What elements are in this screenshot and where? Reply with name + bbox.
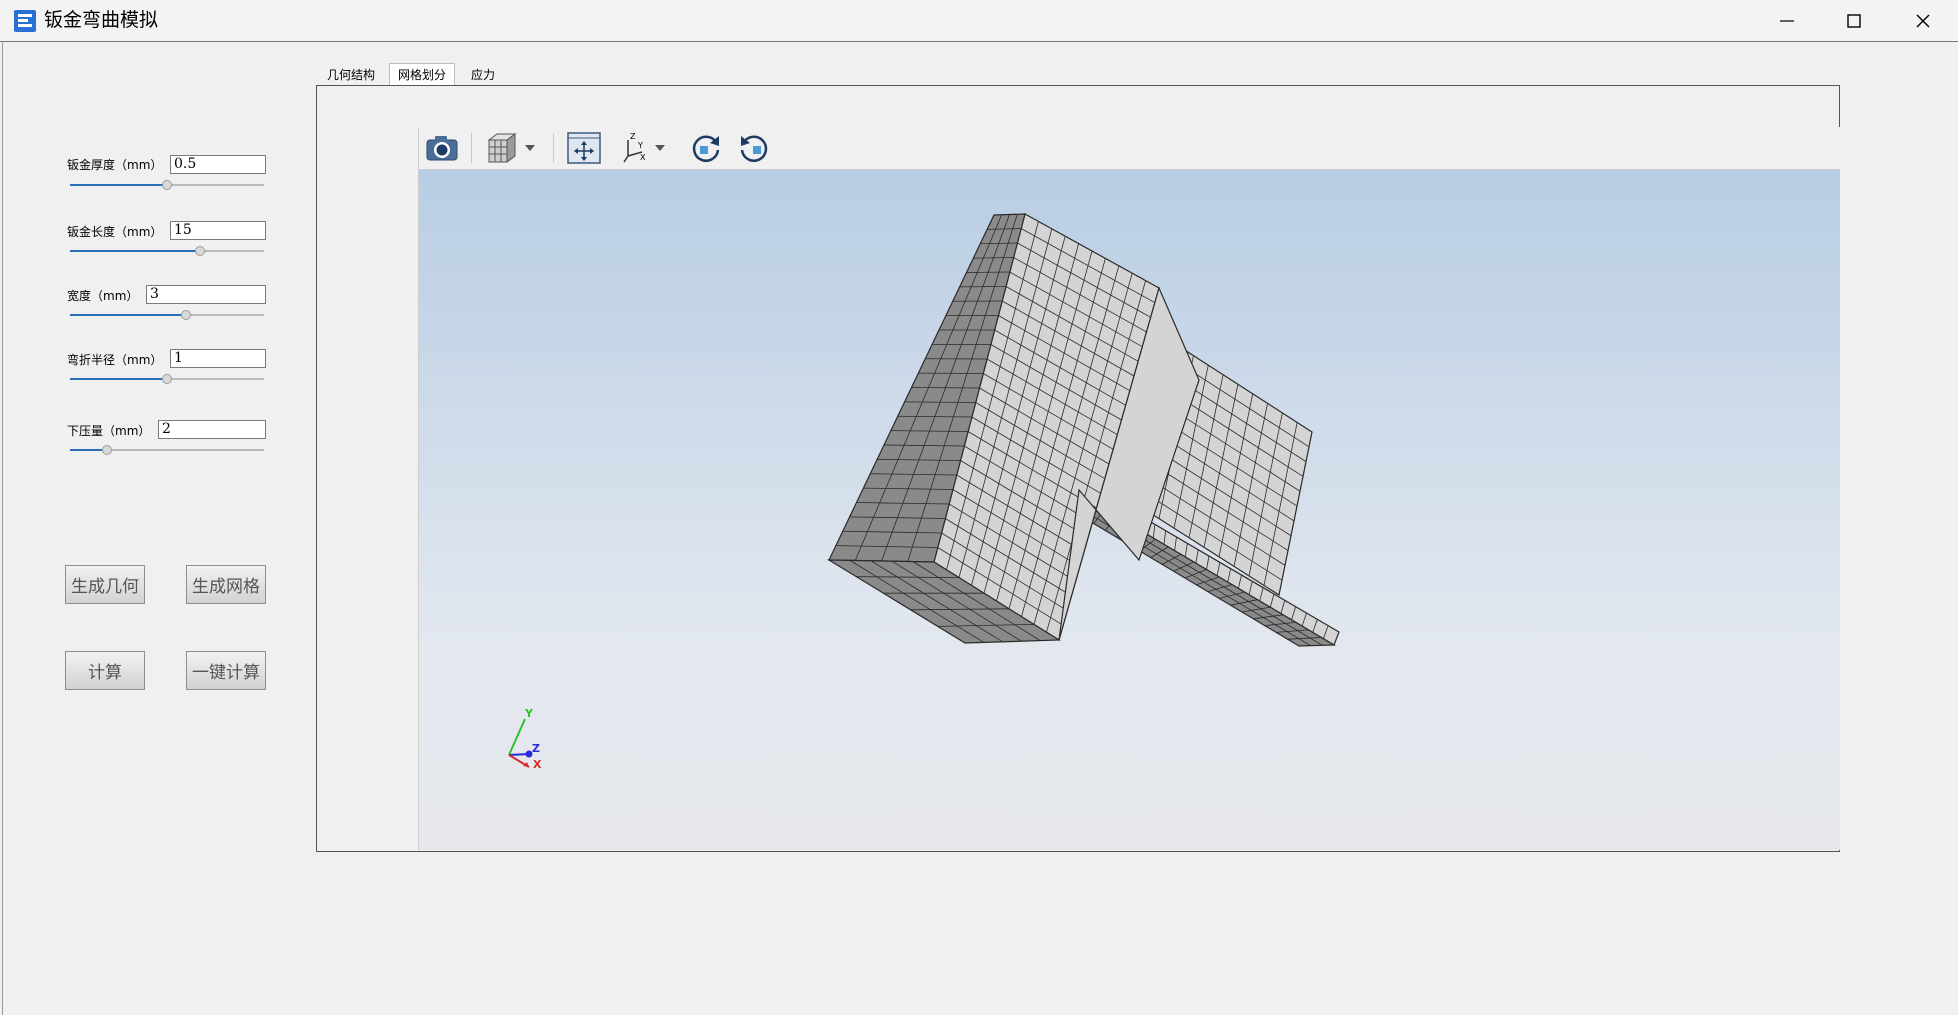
triad-y-label: Y [524, 707, 534, 720]
press-depth-input[interactable]: 2 [158, 420, 266, 439]
axis-orientation-icon: Z Y X [623, 132, 646, 163]
thickness-input[interactable]: 0.5 [170, 155, 266, 174]
slider-fill [70, 314, 187, 316]
y-axis-line [508, 718, 526, 756]
width-label: 宽度（mm） [67, 289, 139, 303]
screenshot-button[interactable] [423, 131, 461, 165]
toolbar-separator [553, 133, 554, 163]
svg-text:Z: Z [630, 132, 636, 141]
slider-thumb[interactable] [101, 445, 112, 455]
press-depth-label: 下压量（mm） [67, 424, 151, 438]
thickness-slider[interactable] [70, 178, 264, 192]
length-input[interactable]: 15 [170, 221, 266, 240]
one-click-compute-button[interactable]: 一键计算 [186, 651, 266, 690]
compute-button[interactable]: 计算 [65, 651, 145, 690]
svg-text:Y: Y [637, 141, 643, 150]
triad-x-label: X [533, 758, 542, 771]
generate-geometry-button[interactable]: 生成几何 [65, 565, 145, 604]
axis-orientation-button[interactable]: Z Y X [619, 131, 651, 165]
width-input[interactable]: 3 [146, 285, 266, 304]
window-title: 钣金弯曲模拟 [44, 9, 159, 31]
length-slider[interactable] [70, 244, 264, 258]
chevron-down-icon [655, 145, 665, 151]
toolbar-separator [471, 133, 472, 163]
thickness-label: 钣金厚度（mm） [67, 158, 163, 172]
mesh-line [966, 271, 1010, 273]
slider-fill [70, 378, 167, 380]
rotate-ccw-icon [740, 135, 768, 162]
viewport-3d[interactable]: Y Z X [419, 170, 1840, 850]
mesh-viewer: Z Y X Y Z X [418, 127, 1840, 850]
tab-geometry[interactable]: 几何结构 [319, 64, 383, 86]
mesh-line [911, 387, 980, 389]
minimize-icon [1780, 20, 1794, 22]
maximize-button[interactable] [1819, 0, 1889, 42]
app-icon [14, 10, 36, 32]
chevron-down-icon [525, 145, 535, 151]
view-cube-icon [487, 133, 517, 163]
tab-mesh[interactable]: 网格划分 [389, 63, 456, 86]
rotate-cw-icon [692, 135, 720, 162]
axis-triad: Y Z X [508, 707, 542, 771]
view-cube-button[interactable] [483, 131, 521, 165]
bend-radius-input[interactable]: 1 [170, 349, 266, 368]
window-border [2, 42, 3, 1015]
maximize-icon [1847, 14, 1861, 28]
viewer-toolbar: Z Y X [419, 127, 1840, 170]
triad-z-label: Z [532, 742, 540, 755]
svg-text:X: X [640, 153, 646, 162]
slider-fill [70, 184, 167, 186]
fit-all-button[interactable] [565, 131, 603, 165]
rotate-ccw-button[interactable] [735, 131, 773, 165]
slider-thumb[interactable] [162, 374, 172, 384]
close-icon [1916, 14, 1930, 28]
slider-fill [70, 250, 200, 252]
axis-orientation-dropdown[interactable] [653, 131, 667, 165]
length-label: 钣金长度（mm） [67, 225, 163, 239]
close-button[interactable] [1888, 0, 1958, 42]
bent-sheet-mesh [826, 213, 1340, 647]
bend-radius-label: 弯折半径（mm） [67, 353, 163, 367]
press-depth-slider[interactable] [70, 443, 264, 457]
title-bar: 钣金弯曲模拟 [0, 0, 1958, 42]
width-slider[interactable] [70, 308, 264, 322]
slider-thumb[interactable] [194, 246, 205, 256]
view-cube-dropdown[interactable] [523, 131, 537, 165]
tab-stress[interactable]: 应力 [463, 64, 503, 86]
camera-icon [426, 136, 458, 161]
fit-all-icon [567, 132, 601, 164]
rotate-cw-button[interactable] [687, 131, 725, 165]
slider-thumb[interactable] [181, 310, 192, 320]
slider-thumb[interactable] [162, 180, 172, 190]
bend-radius-slider[interactable] [70, 372, 264, 386]
generate-mesh-button[interactable]: 生成网格 [186, 565, 266, 604]
minimize-button[interactable] [1752, 0, 1822, 42]
